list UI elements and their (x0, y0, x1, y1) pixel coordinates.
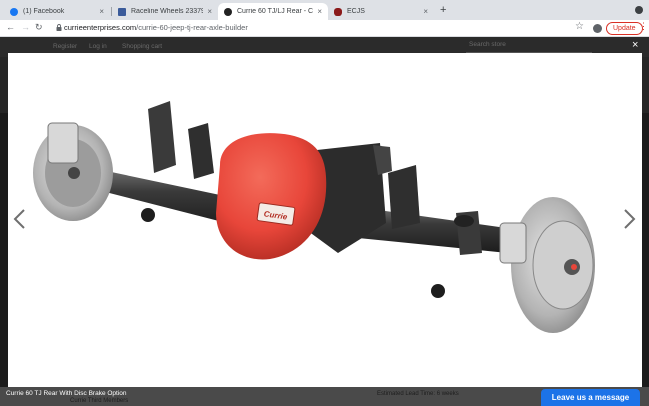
tab-title: Currie 60 TJ/LJ Rear - Currie E (237, 8, 314, 15)
tab-title: (1) Facebook (23, 8, 65, 15)
address-bar[interactable]: currieenterprises.com/currie-60-jeep-tj-… (64, 23, 248, 32)
shopping-cart-link[interactable]: Shopping cart (122, 43, 162, 50)
leave-message-button[interactable]: Leave us a message (541, 389, 640, 406)
right-link-bracket (388, 165, 420, 229)
left-shock-mount (188, 123, 214, 179)
lightbox-image-frame: Currie (8, 53, 642, 387)
register-link[interactable]: Register (53, 43, 77, 50)
left-caliper (47, 122, 79, 164)
window-menu-icon[interactable] (635, 6, 643, 14)
lock-icon (56, 24, 62, 31)
ecjs-icon (334, 7, 342, 16)
new-tab-button[interactable]: + (440, 4, 446, 16)
update-button[interactable]: Update (606, 22, 643, 35)
forward-icon[interactable]: → (21, 22, 30, 32)
url-path: /currie-60-jeep-tj-rear-axle-builder (136, 23, 248, 32)
close-tab-icon[interactable]: × (317, 7, 322, 16)
previous-image-arrow-icon[interactable] (12, 208, 26, 230)
differential-cover (216, 133, 327, 260)
right-hub (532, 220, 594, 310)
right-caliper (499, 222, 527, 264)
tab-strip: (1) Facebook × Raceline Wheels 233795553… (0, 0, 649, 20)
currie-icon (224, 7, 232, 16)
tab-currie[interactable]: Currie 60 TJ/LJ Rear - Currie E × (218, 3, 328, 20)
axle-photo: Currie (33, 101, 595, 333)
close-tab-icon[interactable]: × (99, 7, 104, 16)
back-icon[interactable]: ← (6, 22, 15, 32)
facebook-icon (10, 7, 18, 16)
bookmark-star-icon[interactable]: ☆ (575, 21, 584, 32)
site-search-input[interactable]: Search store (466, 41, 592, 53)
left-lower-mount (141, 208, 155, 222)
reload-icon[interactable]: ↻ (35, 22, 43, 33)
tab-title: Raceline Wheels 2337955532 (131, 8, 204, 15)
third-members-label: Currie Third Members (70, 398, 129, 404)
left-link-bracket (148, 101, 176, 173)
tab-title: ECJS (347, 8, 365, 15)
image-caption: Currie 60 TJ Rear With Disc Brake Option (6, 390, 127, 397)
close-tab-icon[interactable]: × (423, 7, 428, 16)
url-domain: currieenterprises.com (64, 23, 137, 32)
tab-raceline[interactable]: Raceline Wheels 2337955532 × (112, 3, 218, 20)
right-lower-mount (431, 284, 445, 298)
lead-time-label: Estimated Lead Time: 6 weeks (377, 391, 459, 397)
tab-ecjs[interactable]: ECJS × (328, 3, 434, 20)
left-hub-center (68, 167, 80, 179)
browser-toolbar: ← → ↻ currieenterprises.com/currie-60-je… (0, 20, 649, 37)
profile-avatar-icon[interactable] (593, 24, 602, 33)
next-image-arrow-icon[interactable] (623, 208, 637, 230)
right-hub-cap (571, 264, 577, 270)
close-lightbox-button[interactable]: × (632, 39, 638, 51)
raceline-icon (118, 7, 126, 16)
login-link[interactable]: Log in (89, 43, 107, 50)
close-tab-icon[interactable]: × (207, 7, 212, 16)
tab-facebook[interactable]: (1) Facebook × (4, 3, 110, 20)
browser-menu-icon[interactable]: ⋮ (639, 21, 648, 32)
right-bump-stop (454, 215, 474, 227)
